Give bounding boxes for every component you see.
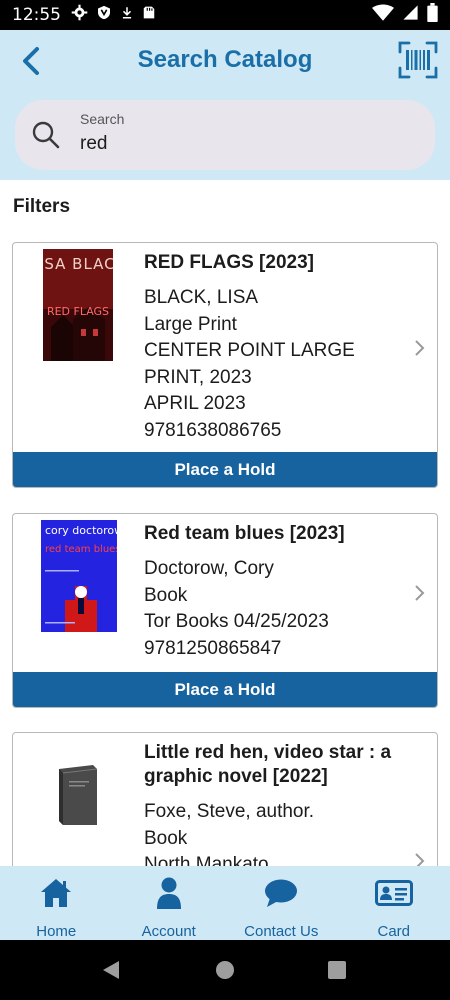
person-icon: [156, 876, 182, 910]
barcode-scan-button[interactable]: [398, 40, 438, 80]
battery-icon: [427, 3, 438, 27]
result-isbn: 9781638086765: [144, 419, 282, 441]
result-author: Doctorow, Cory: [144, 558, 274, 579]
status-time: 12:55: [12, 5, 61, 25]
chevron-right-icon[interactable]: [413, 583, 427, 603]
page-title: Search Catalog: [137, 46, 313, 73]
nav-home[interactable]: Home: [0, 866, 113, 940]
chat-bubble-icon: [264, 876, 298, 910]
result-date: APRIL 2023: [144, 393, 246, 414]
bottom-nav: Home Account Contact Us Card: [0, 866, 450, 940]
search-label: Search: [80, 111, 125, 127]
result-author: Foxe, Steve, author.: [144, 801, 315, 822]
result-isbn: 9781250865847: [144, 637, 282, 659]
result-card-red-flags[interactable]: LISA BLACK RED FLAGS RED FLAGS [2023] BL…: [12, 242, 438, 488]
result-format: Book: [144, 827, 188, 849]
search-value[interactable]: red: [80, 133, 107, 155]
result-title[interactable]: Little red hen, video star : a graphic n…: [144, 741, 404, 789]
cover-author-lisa: LISA BLACK: [43, 255, 113, 273]
system-back-icon[interactable]: [101, 960, 121, 985]
sd-card-icon: [142, 4, 156, 26]
signal-icon: [402, 4, 419, 26]
result-info: Red team blues [2023] Doctorow, Cory Boo…: [144, 522, 404, 662]
app-header: Search Catalog Search red: [0, 30, 450, 180]
wifi-icon: [372, 4, 394, 26]
results-list: LISA BLACK RED FLAGS RED FLAGS [2023] BL…: [12, 242, 438, 866]
search-input[interactable]: Search red: [15, 100, 435, 170]
download-icon: [120, 4, 134, 26]
result-publisher: CENTER POINT LARGE PRINT, 2023: [144, 340, 355, 388]
result-card-red-team-blues[interactable]: cory doctorow red team blues Red team bl…: [12, 513, 438, 708]
nav-contact-label: Contact Us: [244, 923, 319, 940]
result-title[interactable]: RED FLAGS [2023]: [144, 251, 404, 275]
gear-icon: [71, 4, 88, 26]
result-title[interactable]: Red team blues [2023]: [144, 522, 404, 546]
cover-author-cory: cory doctorow: [45, 524, 117, 537]
result-format: Book: [144, 584, 188, 606]
system-home-icon[interactable]: [215, 960, 235, 985]
nav-contact[interactable]: Contact Us: [225, 866, 338, 940]
book-cover-red-team-blues: cory doctorow red team blues: [41, 520, 123, 632]
status-bar: 12:55: [0, 0, 450, 30]
place-hold-button[interactable]: Place a Hold: [13, 452, 437, 487]
result-publisher: Tor Books 04/25/2023: [144, 611, 329, 632]
system-nav-bar: [0, 940, 450, 1000]
generic-book-icon: [55, 763, 101, 827]
chevron-right-icon[interactable]: [413, 338, 427, 358]
home-icon: [40, 876, 72, 910]
result-author: BLACK, LISA: [144, 287, 259, 308]
nav-account[interactable]: Account: [113, 866, 226, 940]
result-card-little-red-hen[interactable]: Little red hen, video star : a graphic n…: [12, 732, 438, 866]
search-icon: [31, 120, 61, 155]
nav-home-label: Home: [36, 923, 77, 940]
library-card-icon: [374, 876, 413, 910]
cover-title-blues: red team blues: [45, 544, 117, 555]
filters-button[interactable]: Filters: [13, 196, 70, 218]
barcode-scan-icon: [398, 41, 438, 79]
system-recents-icon[interactable]: [328, 961, 346, 984]
result-publisher: North Mankato: [144, 854, 269, 866]
nav-card-label: Card: [377, 923, 410, 940]
cover-title-red-flags: RED FLAGS: [47, 305, 109, 318]
book-cover-red-flags: LISA BLACK RED FLAGS: [30, 249, 126, 361]
result-info: Little red hen, video star : a graphic n…: [144, 741, 404, 866]
chevron-right-icon[interactable]: [413, 851, 427, 866]
result-info: RED FLAGS [2023] BLACK, LISA Large Print…: [144, 251, 404, 444]
nav-card[interactable]: Card: [338, 866, 450, 940]
place-hold-button[interactable]: Place a Hold: [13, 672, 437, 707]
result-format: Large Print: [144, 313, 237, 335]
shield-icon: [96, 4, 112, 26]
nav-account-label: Account: [141, 923, 196, 940]
